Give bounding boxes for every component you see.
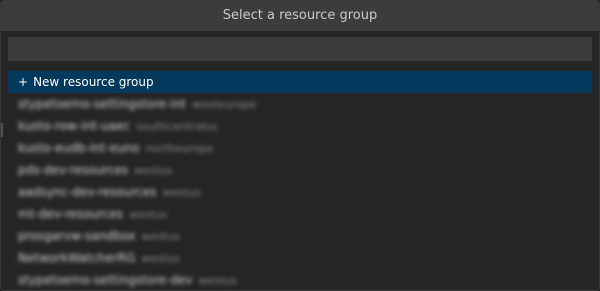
focus-indicator [1,123,3,137]
resource-group-region: westus [162,186,201,199]
filter-input-container [1,31,599,61]
quick-pick-dialog: Select a resource group + New resource gr… [0,0,600,291]
resource-group-region: westeurope [192,98,257,111]
list-item[interactable]: kusto-eudb-int-euno northeurope [8,137,592,159]
resource-group-region: westus [141,230,181,243]
plus-icon: + [18,75,29,89]
resource-group-name: stypetoemo-settingstore-dev [18,273,193,287]
quick-pick-title: Select a resource group [1,1,599,31]
list-item[interactable]: pds-dev-resources westus [8,159,592,181]
resource-group-region: northeurope [145,142,214,155]
list-item[interactable]: stypetoemo-settingstore-dev westus [8,269,592,290]
list-item[interactable]: prosgarvw-sandbox westus [8,225,592,247]
resource-group-region: westus [198,274,237,287]
resource-group-name: mt-dev-resources [18,207,123,221]
list-item[interactable]: kusto-row-int-uaec southcentralus [8,115,592,137]
list-item[interactable]: NetworkWatcherRG westus [8,247,592,269]
list-item[interactable]: aadsync-dev-resources westus [8,181,592,203]
resource-group-region: westus [129,208,168,221]
resource-group-region: westus [134,164,173,177]
resource-group-name: NetworkWatcherRG [18,251,136,265]
resource-group-region: southcentralus [136,120,218,133]
resource-group-name: stypetoemo-settingstore-int [18,97,186,111]
list-item[interactable]: stypetoemo-settingstore-int westeurope [8,93,592,115]
resource-group-name: pds-dev-resources [18,163,129,177]
filter-input[interactable] [8,37,592,61]
new-resource-group-item[interactable]: + New resource group [8,71,592,93]
new-resource-group-label: New resource group [33,75,154,89]
resource-group-region: westus [141,252,180,265]
list-item[interactable]: mt-dev-resources westus [8,203,592,225]
resource-group-name: aadsync-dev-resources [18,185,157,199]
resource-group-name: kusto-row-int-uaec [18,119,131,133]
resource-group-list: + New resource group stypetoemo-settingst… [1,71,599,290]
resource-group-name: kusto-eudb-int-euno [18,141,140,155]
resource-group-name: prosgarvw-sandbox [18,229,136,243]
